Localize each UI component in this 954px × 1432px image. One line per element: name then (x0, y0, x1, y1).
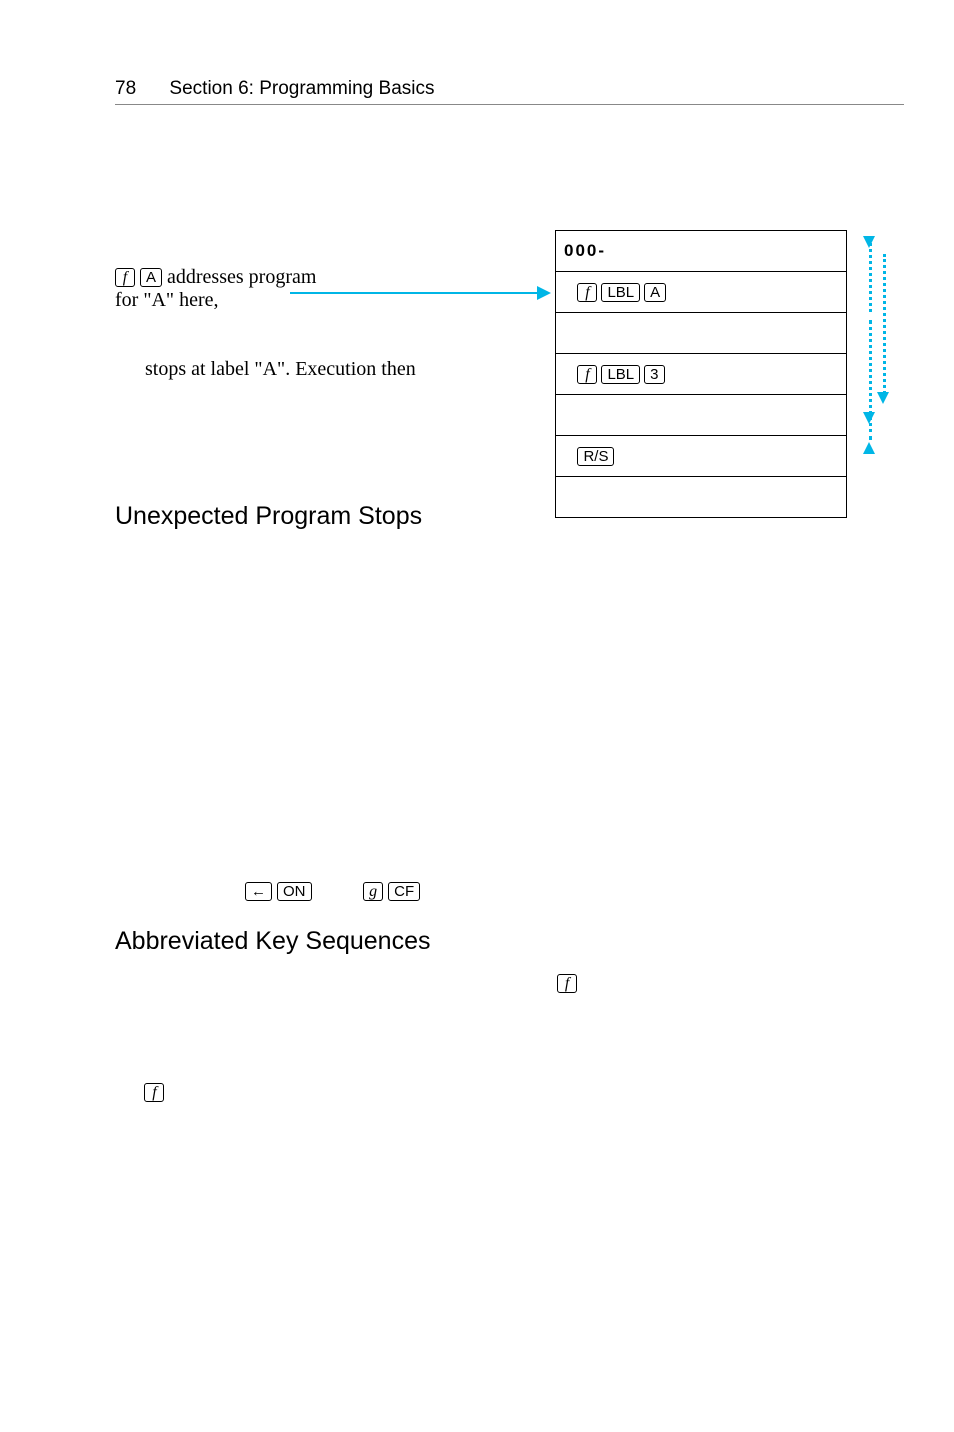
mem-row-lbl-a: fLBLA (556, 272, 846, 313)
f-key-icon: f (557, 974, 577, 993)
three-key-icon: 3 (644, 365, 664, 384)
mem-row-empty-1 (556, 313, 846, 354)
f-key-icon: f (577, 365, 597, 384)
arrow-down-icon (863, 412, 875, 424)
intro-paragraph: For example, consider a long program tha… (115, 131, 904, 212)
cf-key-icon: CF (388, 882, 420, 901)
page-number: 78 (115, 78, 136, 99)
rs-key-icon: R/S (577, 447, 614, 466)
dotted-line-icon (883, 254, 886, 394)
mem-row-000: 000- (556, 231, 846, 272)
f-key: f (115, 268, 135, 287)
for-a-here-text: for "A" here, (115, 289, 219, 311)
error-stops-paragraph: Error Stops. Program execution stops aut… (115, 644, 904, 725)
section-title: Section 6: Programming Basics (169, 78, 434, 99)
lbl-key-icon: LBL (601, 283, 640, 302)
abbrev-paragraph-2: the f is unnecessary (but still effectiv… (115, 1079, 904, 1106)
arrow-line (290, 292, 540, 294)
g-key-icon: g (363, 882, 383, 901)
f-key-icon: f (577, 283, 597, 302)
a-key-icon: A (644, 283, 666, 302)
arrow-down-icon (877, 392, 889, 404)
f-key-icon: f (144, 1083, 164, 1102)
back-key-icon: ← (245, 882, 272, 901)
abbrev-paragraph-1: Under certain circumstances the f prefix… (115, 970, 904, 1051)
mem-row-lbl-3: fLBL3 (556, 354, 846, 395)
arrow-up-icon (863, 442, 875, 454)
arrow-head-icon (537, 286, 551, 300)
dotted-line-icon (869, 238, 872, 312)
a-key: A (140, 268, 162, 287)
diag-left-line1: f A addresses program for "A" here, (115, 266, 515, 312)
header-rule (115, 104, 904, 105)
flow-arrows (855, 236, 907, 456)
mem-row-rs: R/S (556, 436, 846, 477)
on-key-icon: ON (277, 882, 312, 901)
overflow-paragraph: If the program stops because of an overf… (115, 743, 904, 905)
heading-abbrev-keys: Abbreviated Key Sequences (115, 927, 904, 956)
program-memory-box: 000- fLBLA fLBL3 R/S (555, 230, 847, 518)
mem-row-empty-3 (556, 477, 846, 517)
mem-row-empty-2 (556, 395, 846, 436)
lbl-key-icon: LBL (601, 365, 640, 384)
program-flow-diagram: f A addresses program for "A" here, stop… (115, 230, 904, 480)
diag-left-line2: stops at label "A". Execution then (115, 358, 515, 381)
press-key-paragraph: Pressing Any Key. Pressing any key will … (115, 545, 904, 626)
page-header: 78 Section 6: Programming Basics (115, 78, 904, 100)
